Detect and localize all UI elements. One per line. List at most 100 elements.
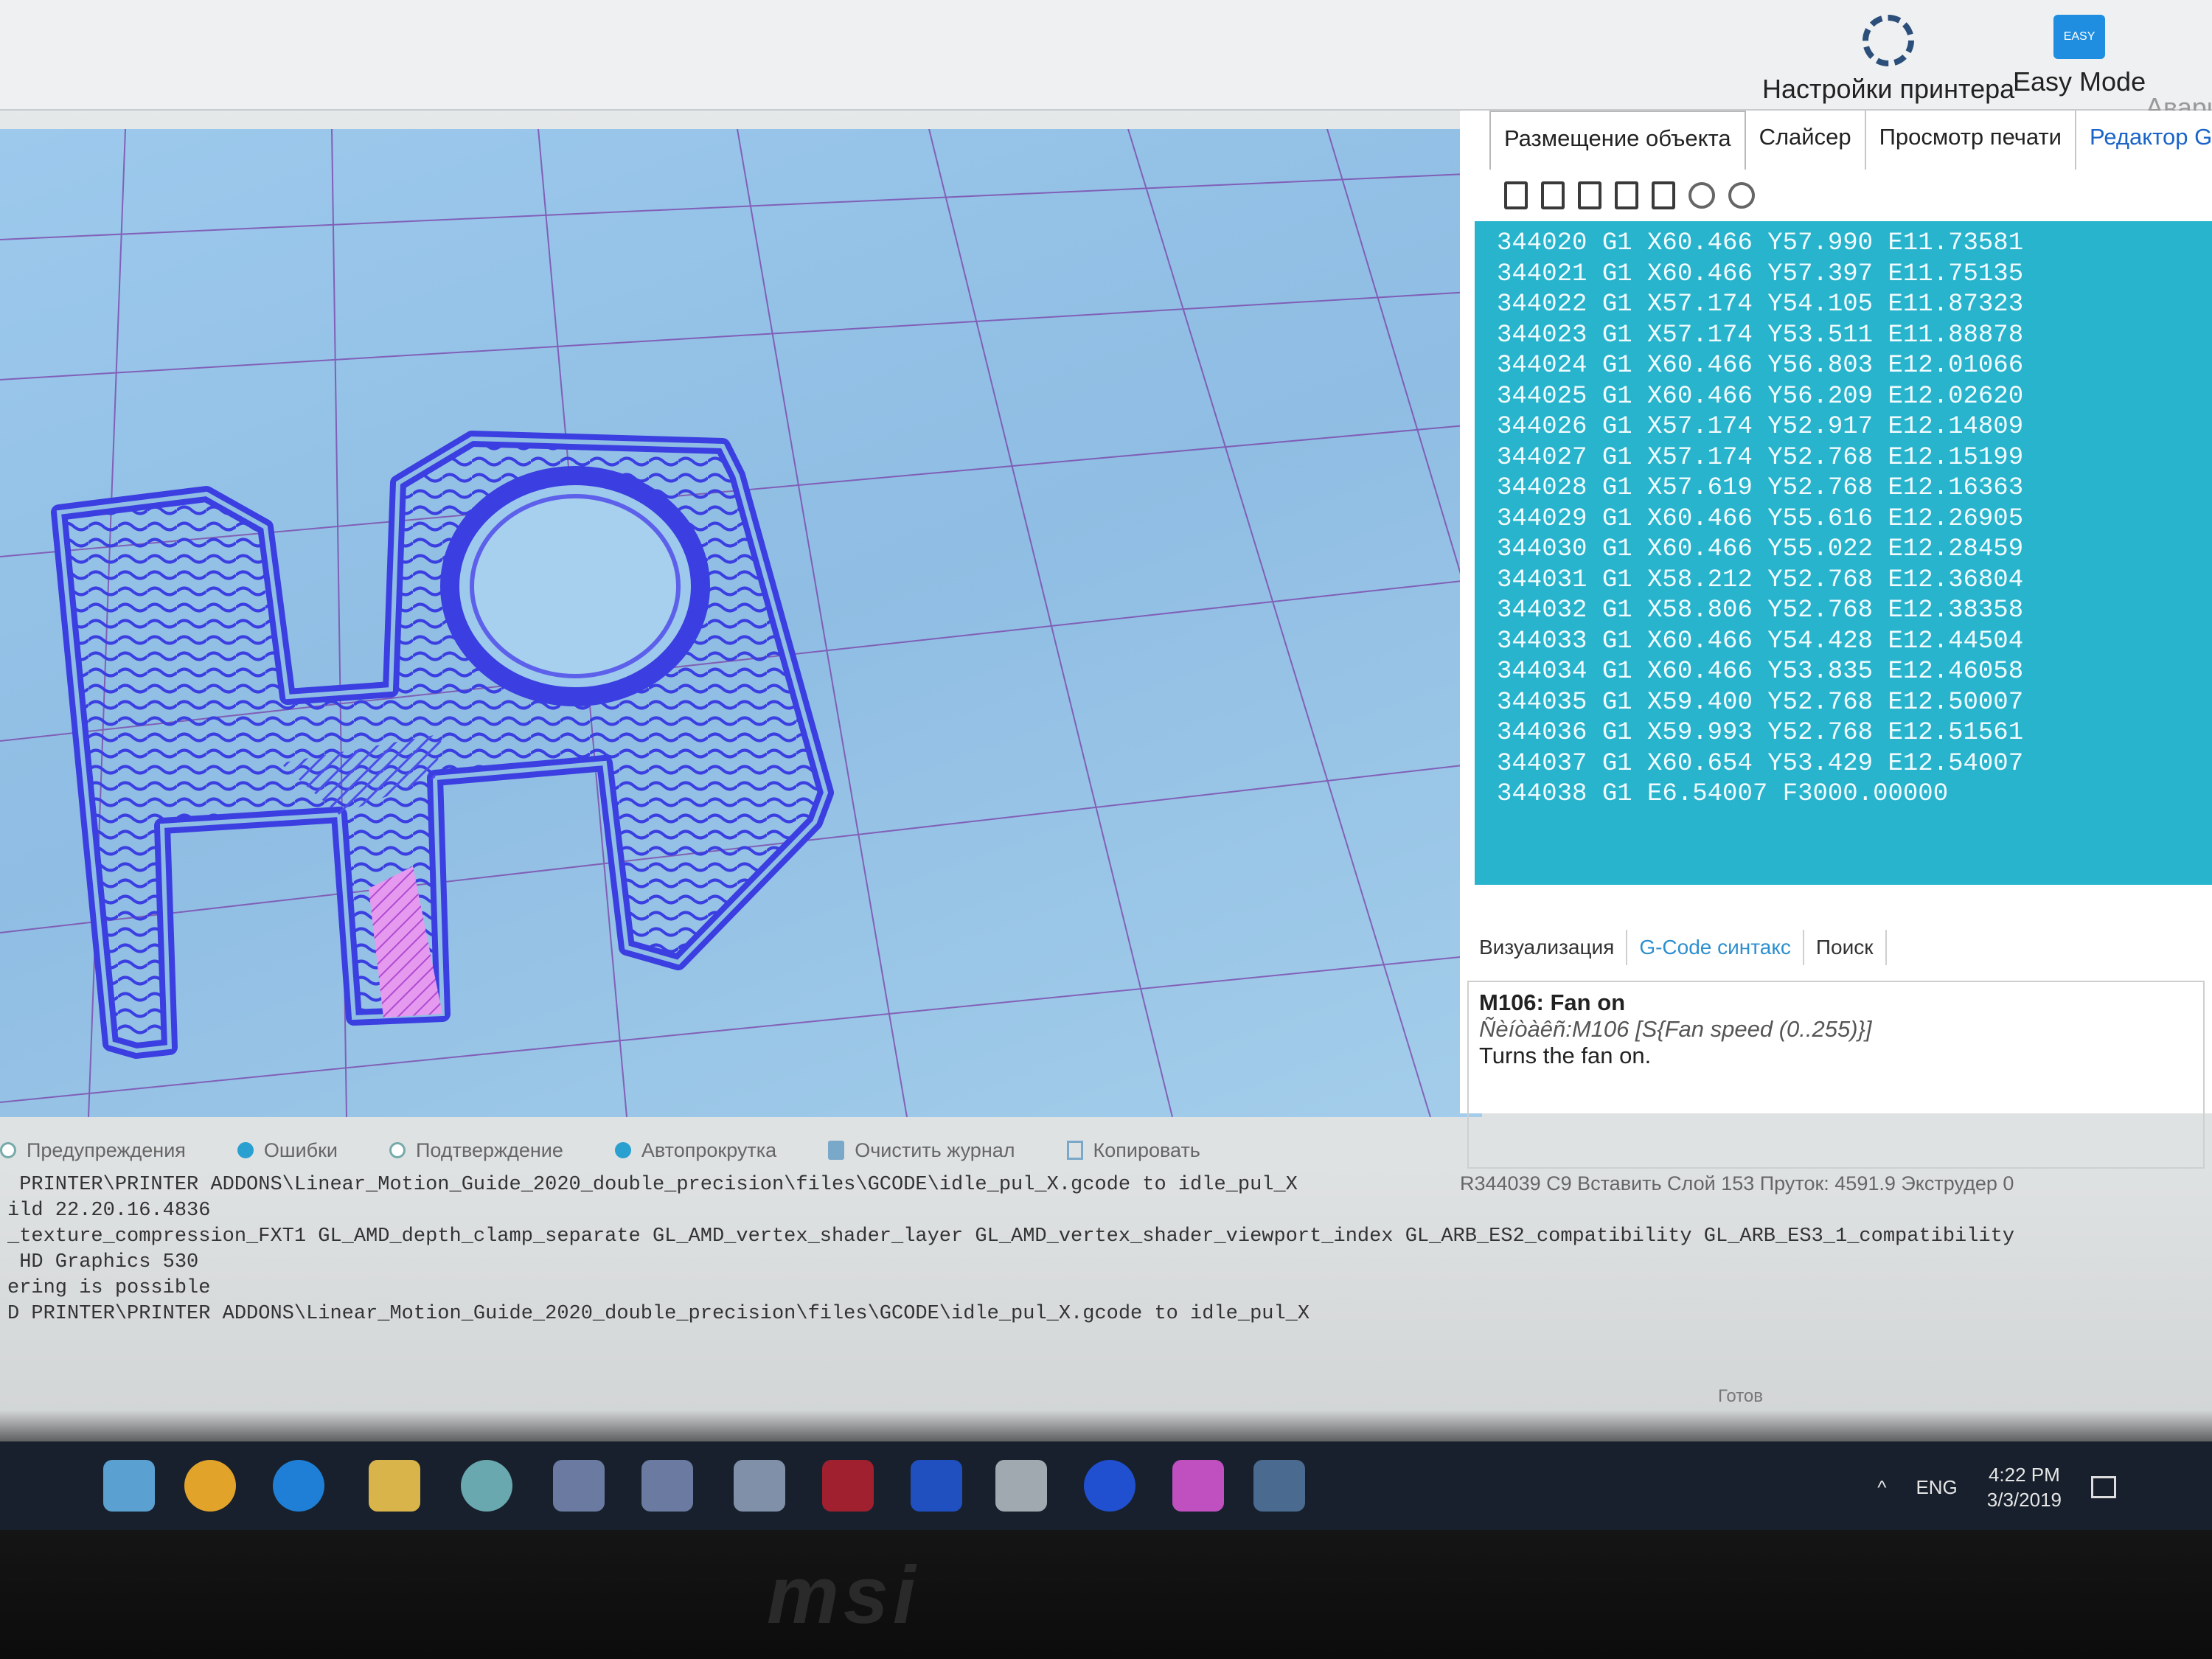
- gcode-line[interactable]: 344030 G1 X60.466 Y55.022 E12.28459: [1497, 535, 2190, 566]
- app-icon[interactable]: [461, 1460, 512, 1512]
- log-line: D PRINTER\PRINTER ADDONS\Linear_Motion_G…: [7, 1303, 1310, 1325]
- gcode-line[interactable]: 344022 G1 X57.174 Y54.105 E11.87323: [1497, 290, 2190, 321]
- help-title: M106: Fan on: [1479, 990, 1626, 1015]
- notification-icon[interactable]: [2091, 1476, 2116, 1498]
- easy-mode-button[interactable]: EASY Easy Mode: [2013, 15, 2146, 97]
- monitor-photo: Настройки принтера EASY Easy Mode Авари: [0, 0, 2212, 1659]
- taskbar: ^ ENG 4:22 PM 3/3/2019: [0, 1441, 2212, 1530]
- tab-visualization[interactable]: Визуализация: [1467, 930, 1628, 965]
- gcode-line[interactable]: 344028 G1 X57.619 Y52.768 E12.16363: [1497, 473, 2190, 504]
- tab-slicer[interactable]: Слайсер: [1746, 111, 1866, 170]
- log-output[interactable]: PRINTER\PRINTER ADDONS\Linear_Motion_Gui…: [0, 1172, 2212, 1408]
- confirm-label: Подтверждение: [416, 1138, 563, 1161]
- gcode-line[interactable]: 344027 G1 X57.174 Y52.768 E12.15199: [1497, 443, 2190, 474]
- app-icon[interactable]: [641, 1460, 693, 1512]
- system-tray: ^ ENG 4:22 PM 3/3/2019: [1877, 1462, 2116, 1512]
- gcode-line[interactable]: 344036 G1 X59.993 Y52.768 E12.51561: [1497, 718, 2190, 749]
- ready-status: Готов: [1718, 1386, 1764, 1406]
- errors-option[interactable]: Ошибки: [237, 1139, 338, 1162]
- copy-label: Копировать: [1093, 1138, 1200, 1161]
- app-icon[interactable]: [1172, 1460, 1224, 1512]
- brand-logo: msi: [767, 1550, 920, 1641]
- top-toolbar: Настройки принтера EASY Easy Mode Авари: [0, 0, 2212, 122]
- help-description: Turns the fan on.: [1479, 1043, 1652, 1068]
- help-syntax: Ñèíòàêñ:M106 [S{Fan speed (0..255)}]: [1479, 1016, 1872, 1042]
- toolpath-shape: [51, 431, 834, 1059]
- main-tabs: Размещение объекта Слайсер Просмотр печа…: [1489, 111, 2212, 170]
- clear-log-label: Очистить журнал: [855, 1138, 1015, 1161]
- gcode-line[interactable]: 344032 G1 X58.806 Y52.768 E12.38358: [1497, 596, 2190, 627]
- app-icon[interactable]: [553, 1460, 605, 1512]
- tab-gcode-editor[interactable]: Редактор G-Код: [2076, 111, 2212, 170]
- gcode-line[interactable]: 344029 G1 X60.466 Y55.616 E12.26905: [1497, 504, 2190, 535]
- chevron-up-icon[interactable]: ^: [1877, 1476, 1886, 1499]
- confirm-option[interactable]: Подтверждение: [389, 1139, 563, 1162]
- copy-file-icon[interactable]: [1615, 181, 1638, 209]
- sub-tabs: Визуализация G-Code синтакс Поиск: [1467, 925, 1887, 970]
- edge-icon[interactable]: [273, 1460, 324, 1512]
- log-line: PRINTER\PRINTER ADDONS\Linear_Motion_Gui…: [7, 1174, 1298, 1196]
- open-file-icon[interactable]: [1541, 181, 1565, 209]
- gcode-line[interactable]: 344024 G1 X60.466 Y56.803 E12.01066: [1497, 351, 2190, 382]
- trash-icon: [828, 1141, 845, 1160]
- clock[interactable]: 4:22 PM 3/3/2019: [1987, 1462, 2062, 1512]
- gcode-line[interactable]: 344034 G1 X60.466 Y53.835 E12.46058: [1497, 657, 2190, 688]
- gcode-line[interactable]: 344021 G1 X60.466 Y57.397 E11.75135: [1497, 260, 2190, 291]
- radio-icon: [614, 1142, 631, 1158]
- warnings-label: Предупреждения: [27, 1138, 186, 1161]
- save-file-icon[interactable]: [1578, 181, 1601, 209]
- chrome-icon[interactable]: [184, 1460, 236, 1512]
- clock-time: 4:22 PM: [1988, 1464, 2060, 1486]
- tab-object-placement[interactable]: Размещение объекта: [1489, 111, 1746, 170]
- new-file-icon[interactable]: [1504, 181, 1528, 209]
- undo-icon[interactable]: [1688, 182, 1715, 209]
- active-app-icon[interactable]: [1253, 1460, 1305, 1512]
- warnings-option[interactable]: Предупреждения: [0, 1139, 186, 1162]
- easy-mode-icon: EASY: [2053, 15, 2106, 59]
- gcode-line[interactable]: 344035 G1 X59.400 Y52.768 E12.50007: [1497, 688, 2190, 719]
- log-line: _texture_compression_FXT1 GL_AMD_depth_c…: [7, 1225, 2015, 1248]
- gcode-line[interactable]: 344038 G1 E6.54007 F3000.00000: [1497, 779, 2190, 810]
- editor-toolbar: [1504, 170, 1755, 221]
- gcode-line[interactable]: 344023 G1 X57.174 Y53.511 E11.88878: [1497, 321, 2190, 352]
- copy-button[interactable]: Копировать: [1066, 1138, 1200, 1162]
- gear-icon: [1863, 15, 1915, 66]
- app-icon[interactable]: [911, 1460, 962, 1512]
- log-line: HD Graphics 530: [7, 1251, 199, 1273]
- layer-preview: [0, 129, 1482, 1117]
- gcode-listing[interactable]: 344020 G1 X60.466 Y57.990 E11.73581 3440…: [1475, 221, 2212, 885]
- printer-settings-button[interactable]: Настройки принтера: [1762, 15, 2014, 105]
- pickit-icon[interactable]: [822, 1460, 874, 1512]
- errors-label: Ошибки: [263, 1138, 338, 1161]
- log-line: ild 22.20.16.4836: [7, 1200, 211, 1222]
- gcode-line[interactable]: 344025 G1 X60.466 Y56.209 E12.02620: [1497, 382, 2190, 413]
- easy-mode-label: Easy Mode: [2013, 66, 2146, 97]
- gcode-line[interactable]: 344033 G1 X60.466 Y54.428 E12.44504: [1497, 627, 2190, 658]
- printer-settings-label: Настройки принтера: [1762, 74, 2015, 104]
- autoscroll-option[interactable]: Автопрокрутка: [614, 1138, 777, 1162]
- log-toolbar: Предупреждения Ошибки Подтверждение Авто…: [0, 1128, 2212, 1172]
- info-icon[interactable]: [1084, 1460, 1135, 1512]
- clear-log-button[interactable]: Очистить журнал: [828, 1139, 1015, 1162]
- explorer-icon[interactable]: [369, 1460, 420, 1512]
- autoscroll-label: Автопрокрутка: [641, 1138, 777, 1161]
- 3d-viewport[interactable]: [0, 129, 1482, 1117]
- floppy-icon[interactable]: [1652, 181, 1675, 209]
- gcode-line[interactable]: 344037 G1 X60.654 Y53.429 E12.54007: [1497, 749, 2190, 780]
- gcode-line[interactable]: 344020 G1 X60.466 Y57.990 E11.73581: [1497, 229, 2190, 260]
- radio-icon: [0, 1142, 16, 1158]
- log-line: ering is possible: [7, 1277, 211, 1299]
- gcode-editor-panel: Размещение объекта Слайсер Просмотр печа…: [1460, 111, 2212, 1194]
- tab-search[interactable]: Поиск: [1804, 930, 1887, 965]
- app-icon[interactable]: [103, 1460, 155, 1512]
- gcode-line[interactable]: 344031 G1 X58.212 Y52.768 E12.36804: [1497, 566, 2190, 597]
- lang-indicator[interactable]: ENG: [1916, 1476, 1957, 1499]
- gcode-line[interactable]: 344026 G1 X57.174 Y52.917 E12.14809: [1497, 412, 2190, 443]
- tab-gcode-syntax[interactable]: G-Code синтакс: [1627, 930, 1804, 965]
- redo-icon[interactable]: [1728, 182, 1755, 209]
- radio-icon: [237, 1142, 254, 1158]
- app-icon[interactable]: [734, 1460, 785, 1512]
- app-icon[interactable]: [995, 1460, 1047, 1512]
- tab-print-preview[interactable]: Просмотр печати: [1866, 111, 2077, 170]
- copy-icon: [1066, 1141, 1083, 1160]
